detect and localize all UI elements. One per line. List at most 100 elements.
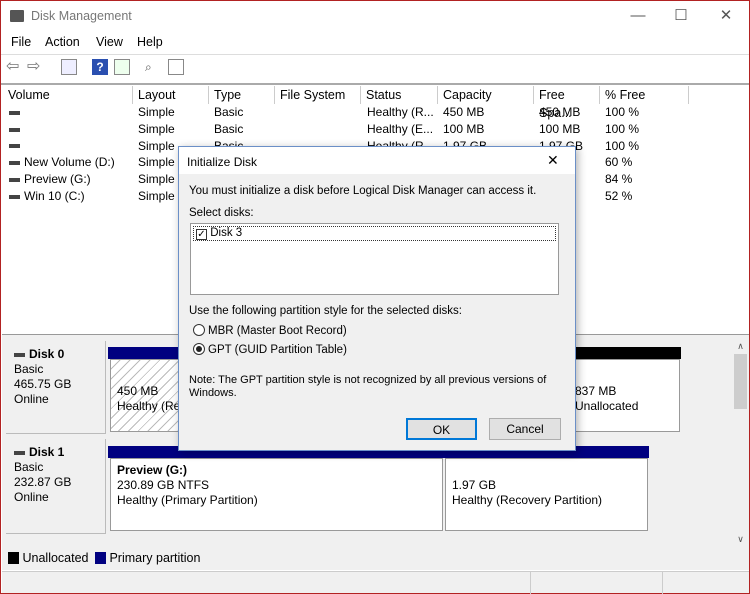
cancel-button[interactable]: Cancel xyxy=(489,418,561,440)
cell-text: 100 % xyxy=(605,138,640,153)
minimize-button[interactable]: — xyxy=(623,5,653,27)
drive-icon xyxy=(9,161,20,166)
select-disks-label: Select disks: xyxy=(189,207,254,219)
dialog-close-button[interactable]: ✕ xyxy=(547,152,559,169)
partition-status: Healthy (Recovery Partition) xyxy=(452,493,603,507)
help-icon[interactable]: ? xyxy=(92,59,108,75)
col-percent-free[interactable]: % Free xyxy=(600,86,689,104)
table-cell: Simple xyxy=(138,189,175,203)
col-layout[interactable]: Layout xyxy=(133,86,209,104)
checkbox-checked[interactable]: ✓ xyxy=(196,229,207,240)
radio-icon[interactable] xyxy=(193,324,205,336)
gpt-radio[interactable]: GPT (GUID Partition Table) xyxy=(193,343,347,356)
cell-text: 84 % xyxy=(605,172,633,187)
unallocated-bar xyxy=(575,347,681,359)
table-cell: 100 % xyxy=(605,122,639,136)
properties-icon[interactable] xyxy=(168,59,184,75)
cell-text: 100 MB xyxy=(539,121,581,136)
table-cell: Basic xyxy=(214,105,243,119)
ok-button[interactable]: OK xyxy=(406,418,477,440)
drive-icon xyxy=(9,178,20,183)
partition-size: 230.89 GB NTFS xyxy=(117,478,210,492)
col-status[interactable]: Status xyxy=(361,86,438,104)
vertical-scrollbar[interactable]: ∧ ∨ xyxy=(732,341,749,547)
table-cell: Win 10 (C:) xyxy=(9,189,85,203)
partition-preview[interactable]: Preview (G:) 230.89 GB NTFS Healthy (Pri… xyxy=(110,458,443,531)
col-capacity[interactable]: Capacity xyxy=(438,86,534,104)
cell-text: 100 % xyxy=(605,105,640,119)
menu-view[interactable]: View xyxy=(96,35,123,49)
cell-text: Simple xyxy=(138,138,175,153)
connect-icon[interactable]: ⌕ xyxy=(145,59,161,75)
cell-text: Basic xyxy=(214,121,244,136)
partition-recovery-disk1[interactable]: 1.97 GB Healthy (Recovery Partition) xyxy=(445,458,648,531)
drive-icon xyxy=(9,144,20,149)
partition-status: Unallocated xyxy=(575,399,639,413)
table-cell: 84 % xyxy=(605,172,632,186)
cell-text: 450 MB xyxy=(443,105,485,119)
mbr-radio[interactable]: MBR (Master Boot Record) xyxy=(193,324,347,337)
disk-size: 465.75 GB xyxy=(14,377,72,391)
col-type[interactable]: Type xyxy=(209,86,275,104)
table-cell: Simple xyxy=(138,139,175,153)
col-file-system[interactable]: File System xyxy=(275,86,361,104)
disk-listbox[interactable]: ✓ Disk 3 xyxy=(190,223,559,295)
status-bar xyxy=(2,571,749,594)
action-pane-icon[interactable] xyxy=(114,59,130,75)
drive-icon xyxy=(9,194,20,199)
table-cell: 100 MB xyxy=(539,122,580,136)
disk-list-item[interactable]: ✓ Disk 3 xyxy=(193,226,556,241)
table-cell: 100 % xyxy=(605,105,639,119)
partition-status: Healthy (Re xyxy=(117,399,181,413)
drive-icon xyxy=(9,110,20,115)
option-label: MBR (Master Boot Record) xyxy=(208,325,347,337)
table-cell: 450 MB xyxy=(539,105,580,119)
close-button[interactable]: ✕ xyxy=(711,5,741,27)
primary-swatch xyxy=(94,552,106,564)
option-label: GPT (GUID Partition Table) xyxy=(208,344,347,356)
col-free-space[interactable]: Free Spa... xyxy=(534,86,600,120)
menu-help[interactable]: Help xyxy=(137,35,163,49)
forward-icon[interactable]: ⇨ xyxy=(27,59,43,75)
partition-unallocated[interactable]: 837 MB Unallocated xyxy=(569,359,680,432)
cell-text: Healthy (E... xyxy=(367,121,434,136)
app-icon xyxy=(10,10,24,22)
table-cell: Healthy (R... xyxy=(367,105,434,119)
radio-selected-icon[interactable] xyxy=(193,343,205,355)
cell-text: Win 10 (C:) xyxy=(24,189,85,203)
table-cell: 52 % xyxy=(605,189,632,203)
disk-status: Online xyxy=(14,392,49,406)
dialog-title: Initialize Disk xyxy=(187,155,258,169)
console-tree-icon[interactable] xyxy=(61,59,77,75)
drive-icon xyxy=(9,127,20,132)
maximize-button[interactable]: ☐ xyxy=(666,5,696,27)
gpt-note: Note: The GPT partition style is not rec… xyxy=(189,374,547,399)
cell-text: Simple xyxy=(138,121,175,136)
disk-management-window: Disk Management — ☐ ✕ File Action View H… xyxy=(0,0,750,594)
table-cell: Preview (G:) xyxy=(9,172,91,186)
legend-unallocated: Unallocated xyxy=(22,551,89,565)
cell-text: 450 MB xyxy=(539,105,581,119)
disk-1-label[interactable]: Disk 1 Basic 232.87 GB Online xyxy=(6,439,106,534)
dialog-message: You must initialize a disk before Logica… xyxy=(189,185,537,197)
disk-name: Disk 1 xyxy=(29,445,65,459)
cell-text: Simple xyxy=(138,155,175,170)
disk-type: Basic xyxy=(14,362,44,376)
window-title: Disk Management xyxy=(31,9,132,23)
disk-0-label[interactable]: Disk 0 Basic 465.75 GB Online xyxy=(6,341,106,434)
menu-file[interactable]: File xyxy=(11,35,31,49)
cell-text: 100 MB xyxy=(443,121,485,136)
col-volume[interactable]: Volume xyxy=(3,86,133,104)
cell-text: 52 % xyxy=(605,189,633,203)
cell-text: 60 % xyxy=(605,155,633,170)
legend: Unallocated Primary partition xyxy=(8,551,200,565)
scrollbar-thumb[interactable] xyxy=(734,354,747,409)
back-icon[interactable]: ⇦ xyxy=(6,59,22,75)
menu-action[interactable]: Action xyxy=(45,35,80,49)
cell-text: Simple xyxy=(138,105,175,119)
cell-text: Preview (G:) xyxy=(24,172,91,187)
partition-size: 450 MB xyxy=(117,384,159,398)
cell-text: Simple xyxy=(138,189,175,203)
disk-name: Disk 0 xyxy=(29,347,65,361)
cell-text: Simple xyxy=(138,172,175,187)
